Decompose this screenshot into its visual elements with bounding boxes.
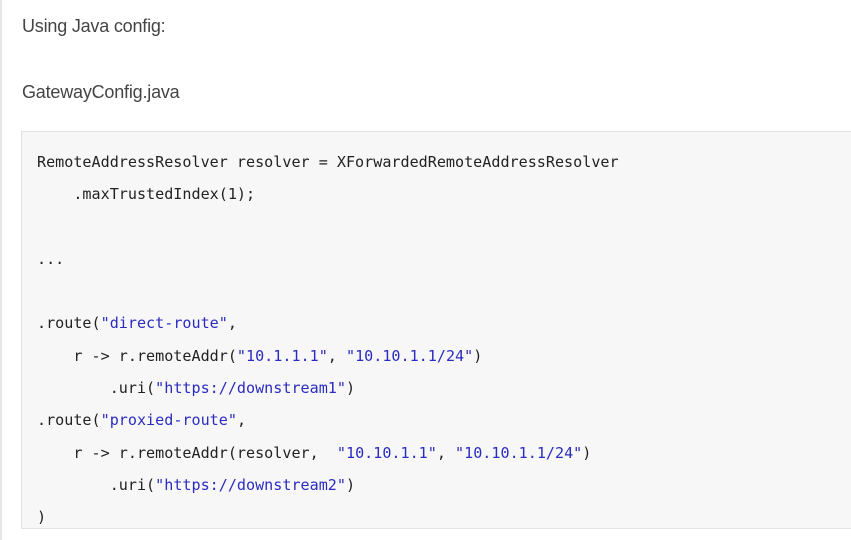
code-token: ) — [345, 379, 356, 398]
code-line: ) — [37, 501, 619, 528]
code-token: .uri( — [37, 475, 156, 494]
code-token: .route( — [37, 314, 101, 333]
code-block[interactable]: RemoteAddressResolver resolver = XForwar… — [21, 131, 851, 529]
document-page: Using Java config: GatewayConfig.java Re… — [0, 0, 851, 540]
code-line: ... — [37, 243, 619, 275]
code-string-token: "10.1.1.1" — [236, 346, 328, 365]
code-token: .maxTrustedIndex(1); — [37, 185, 256, 204]
code-string-token: "https://downstream2" — [155, 475, 346, 494]
code-token: RemoteAddressResolver resolver = XForwar… — [37, 153, 619, 171]
code-line: .uri("https://downstream1") — [37, 372, 619, 404]
code-token: ) — [37, 508, 47, 527]
code-token: , — [236, 411, 247, 430]
code-string-token: "10.10.1.1" — [336, 443, 437, 462]
code-string-token: "10.10.1.1/24" — [345, 346, 474, 365]
code-token: .route( — [37, 411, 101, 430]
code-string-token: "direct-route" — [100, 314, 228, 333]
code-line: ​ — [37, 211, 619, 243]
code-string-token: "10.10.1.1/24" — [455, 443, 583, 462]
code-token: , — [327, 346, 346, 365]
code-line: .route("direct-route", — [37, 307, 619, 339]
code-listing[interactable]: RemoteAddressResolver resolver = XForwar… — [37, 146, 619, 528]
code-line: ​ — [37, 275, 619, 307]
code-token: ) — [345, 475, 356, 494]
code-line: r -> r.remoteAddr("10.1.1.1", "10.10.1.1… — [37, 340, 619, 372]
code-token: ) — [582, 443, 592, 462]
code-token: ) — [473, 346, 483, 365]
code-line: .uri("https://downstream2") — [37, 469, 619, 501]
code-string-token: "proxied-route" — [100, 411, 237, 430]
left-divider — [0, 0, 2, 540]
code-token: r -> r.remoteAddr(resolver, — [37, 443, 337, 462]
code-line: r -> r.remoteAddr(resolver, "10.10.1.1",… — [37, 437, 619, 469]
code-token: ... — [37, 249, 65, 268]
intro-paragraph: Using Java config: — [22, 16, 166, 36]
code-content: RemoteAddressResolver resolver = XForwar… — [37, 146, 619, 528]
code-string-token: "https://downstream1" — [155, 379, 346, 398]
code-token: r -> r.remoteAddr( — [37, 346, 237, 365]
code-line: RemoteAddressResolver resolver = XForwar… — [37, 146, 619, 178]
code-line: .maxTrustedIndex(1); — [37, 178, 619, 210]
code-line: .route("proxied-route", — [37, 404, 619, 436]
code-token: .uri( — [37, 379, 156, 398]
code-token: , — [436, 443, 456, 462]
code-token: , — [227, 314, 237, 333]
code-filename-label: GatewayConfig.java — [22, 82, 180, 102]
